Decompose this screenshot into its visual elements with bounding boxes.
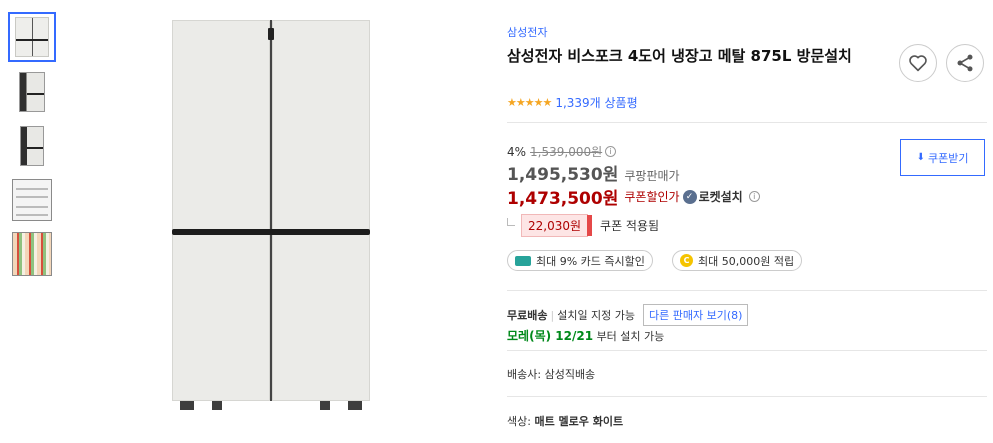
sale-price-label: 쿠팡판매가	[624, 169, 680, 183]
main-product-image	[172, 20, 370, 410]
coupon-download-button[interactable]: ⬇ 쿠폰받기	[900, 139, 985, 176]
share-icon	[957, 54, 973, 72]
brand-link[interactable]: 삼성전자	[507, 24, 547, 40]
sale-price-row: 1,495,530원 쿠팡판매가	[507, 160, 680, 185]
fridge-filled-thumb-icon	[12, 232, 52, 276]
sale-price: 1,495,530원	[507, 165, 619, 185]
foot-left	[180, 401, 194, 410]
foot-mid-right	[320, 401, 330, 410]
carrier-label: 배송사:	[507, 368, 542, 381]
info-icon[interactable]: i	[748, 191, 760, 202]
door-top-right	[272, 20, 370, 230]
coupon-button-label: 쿠폰받기	[927, 151, 969, 165]
coupon-price-label: 쿠폰할인가	[624, 190, 680, 204]
divider	[507, 396, 987, 397]
points-badge[interactable]: C 최대 50,000원 적립	[672, 250, 803, 271]
product-page: 삼성전자 삼성전자 비스포크 4도어 냉장고 메탈 875L 방문설치 ★★★★…	[0, 0, 993, 443]
thumbnail-open-filled[interactable]	[8, 230, 56, 278]
shipping-row: 무료배송 | 설치일 지정 가능 다른 판매자 보기(8)	[507, 304, 749, 326]
coupon-price-row: 1,473,500원 쿠폰할인가 ✓ 로켓설치 i	[507, 184, 760, 209]
free-shipping-label: 무료배송	[507, 309, 548, 322]
other-sellers-button[interactable]: 다른 판매자 보기(8)	[643, 304, 749, 326]
thumbnail-closed-front[interactable]	[8, 12, 56, 62]
thumbnail-open-empty[interactable]	[8, 176, 56, 224]
divider	[507, 350, 987, 351]
fridge-angled-thumb-icon	[19, 72, 45, 112]
coupon-applied-row: 22,030원 쿠폰 적용됨	[507, 214, 659, 237]
coupon-amount-tag: 22,030원	[521, 214, 593, 237]
eta-suffix: 부터 설치 가능	[596, 330, 665, 343]
star-rating-icon: ★★★★★	[507, 96, 552, 109]
middle-handle-bar	[172, 229, 370, 235]
product-info-panel: 삼성전자 삼성전자 비스포크 4도어 냉장고 메탈 875L 방문설치 ★★★★…	[507, 0, 993, 443]
foot-mid-left	[212, 401, 222, 410]
original-price: 1,539,000원	[530, 145, 603, 159]
door-top-left	[172, 20, 270, 230]
foot-right	[348, 401, 362, 410]
coin-icon: C	[680, 254, 693, 267]
eta-date: 모레(목) 12/21	[507, 329, 594, 343]
door-seam	[270, 20, 272, 401]
info-icon[interactable]: i	[605, 146, 617, 157]
color-value: 매트 멜로우 화이트	[534, 415, 624, 428]
thumbnail-list	[8, 12, 58, 284]
review-count-link[interactable]: 1,339개 상품평	[555, 94, 637, 111]
card-discount-badge[interactable]: 최대 9% 카드 즉시할인	[507, 250, 653, 271]
install-date-text: 설치일 지정 가능	[557, 309, 636, 322]
heart-icon	[909, 55, 927, 72]
divider	[507, 122, 987, 123]
door-bottom-right	[272, 234, 370, 401]
door-bottom-left	[172, 234, 270, 401]
carrier-value: 삼성직배송	[544, 368, 596, 381]
download-icon: ⬇	[916, 152, 925, 163]
fridge-front-thumb-icon	[15, 17, 49, 57]
credit-card-icon	[515, 255, 531, 266]
discount-row: 4% 1,539,000원 i	[507, 143, 617, 160]
divider	[507, 290, 987, 291]
rating-row: ★★★★★ 1,339개 상품평	[507, 94, 638, 111]
rocket-install-badge: ✓ 로켓설치	[682, 188, 743, 205]
coupon-applied-text: 쿠폰 적용됨	[600, 219, 660, 233]
color-label: 색상:	[507, 415, 531, 428]
thumbnail-angled-side[interactable]	[8, 122, 56, 170]
fridge-open-thumb-icon	[12, 179, 52, 221]
points-text: 최대 50,000원 적립	[698, 254, 795, 268]
share-button[interactable]	[946, 44, 984, 82]
rocket-install-label: 로켓설치	[698, 190, 743, 204]
rocket-icon: ✓	[682, 189, 697, 204]
thumbnail-angled[interactable]	[8, 68, 56, 116]
coupon-price: 1,473,500원	[507, 189, 619, 209]
fridge-side-thumb-icon	[20, 126, 44, 166]
discount-percent: 4%	[507, 144, 527, 159]
corner-marker	[507, 217, 515, 226]
product-title: 삼성전자 비스포크 4도어 냉장고 메탈 875L 방문설치	[507, 47, 852, 65]
carrier-row: 배송사: 삼성직배송	[507, 366, 595, 382]
delivery-eta: 모레(목) 12/21 부터 설치 가능	[507, 327, 664, 344]
separator: |	[550, 308, 555, 322]
card-discount-text: 최대 9% 카드 즉시할인	[536, 254, 645, 268]
color-option-row: 색상: 매트 멜로우 화이트	[507, 413, 623, 429]
top-handle	[268, 28, 274, 40]
wishlist-button[interactable]	[899, 44, 937, 82]
